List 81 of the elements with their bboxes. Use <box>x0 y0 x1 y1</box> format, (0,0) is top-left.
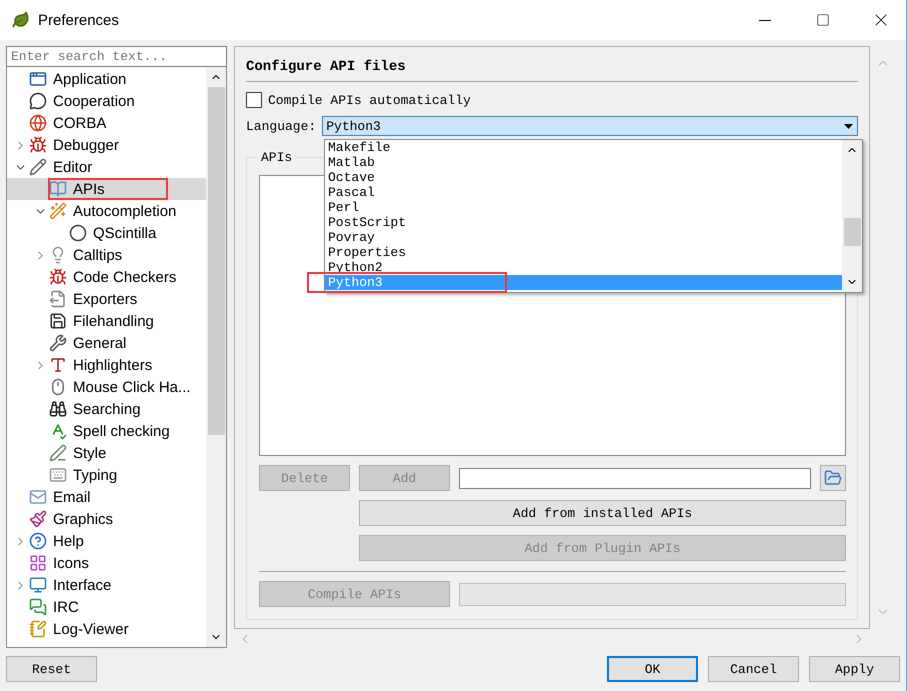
tree-item[interactable]: Debugger <box>7 134 206 156</box>
folder-icon <box>824 469 842 487</box>
tree-item[interactable]: Filehandling <box>7 310 206 332</box>
dialog-button[interactable]: Apply <box>809 656 900 682</box>
dropdown-arrow-icon <box>844 124 853 128</box>
scroll-thumb[interactable] <box>208 87 224 435</box>
tree-item[interactable]: Interface <box>7 574 206 596</box>
tree-item[interactable]: Style <box>7 442 206 464</box>
bug-icon <box>29 136 47 154</box>
tree-item[interactable]: Mouse Click Ha... <box>7 376 206 398</box>
tree-item[interactable]: Graphics <box>7 508 206 530</box>
page-title: Configure API files <box>246 59 858 82</box>
add-installed-apis-button[interactable]: Add from installed APIs <box>359 500 846 526</box>
paintbrush-icon <box>29 510 47 528</box>
scrollbar[interactable] <box>842 140 862 292</box>
wand-icon <box>49 202 67 220</box>
notebook-icon <box>29 620 47 638</box>
tree-item[interactable]: Exporters <box>7 288 206 310</box>
tree-item[interactable]: Cooperation <box>7 90 206 112</box>
dialog-button[interactable]: Cancel <box>708 656 799 682</box>
dropdown-option[interactable]: PostScript <box>325 215 842 230</box>
tree-item[interactable]: Email <box>7 486 206 508</box>
tree-item[interactable]: APIs <box>7 178 206 200</box>
file-export-icon <box>49 290 67 308</box>
tree-item[interactable]: Calltips <box>7 244 206 266</box>
letter-t-icon <box>49 356 67 374</box>
tree-item[interactable]: IRC <box>7 596 206 618</box>
language-label: Language: <box>246 118 316 134</box>
window-title: Preferences <box>38 12 120 28</box>
checkbox[interactable] <box>246 92 262 108</box>
tree-item[interactable]: Editor <box>7 156 206 178</box>
dialog-button[interactable]: OK <box>607 656 698 682</box>
book-icon <box>49 180 67 198</box>
tree-item[interactable]: Code Checkers <box>7 266 206 288</box>
app-window-icon <box>29 70 47 88</box>
tree-item[interactable]: QScintilla <box>7 222 206 244</box>
dropdown-option[interactable]: Povray <box>325 230 842 245</box>
tree-item[interactable]: Log-Viewer <box>7 618 206 640</box>
leaf-logo-icon <box>12 11 30 29</box>
tree-item[interactable]: Application <box>7 68 206 90</box>
tree-item[interactable]: CORBA <box>7 112 206 134</box>
tree-item[interactable]: Autocompletion <box>7 200 206 222</box>
tree-item[interactable]: General <box>7 332 206 354</box>
monitor-icon <box>29 576 47 594</box>
globe-icon <box>29 114 47 132</box>
binoculars-icon <box>49 400 67 418</box>
dropdown-option[interactable]: Octave <box>325 170 842 185</box>
dropdown-option[interactable]: Properties <box>325 245 842 260</box>
group-title: APIs <box>260 150 294 165</box>
tree-item[interactable]: Icons <box>7 552 206 574</box>
chat-bubbles-icon <box>29 598 47 616</box>
scroll-thumb[interactable] <box>844 218 860 246</box>
dialog-button[interactable]: Reset <box>6 656 97 682</box>
keyboard-icon <box>49 466 67 484</box>
dropdown-option[interactable]: Python2 <box>325 260 842 275</box>
search-field[interactable]: Enter search text... <box>6 46 227 67</box>
scrollbar[interactable] <box>206 67 226 647</box>
mouse-icon <box>49 378 67 396</box>
chat-bubble-icon <box>29 92 47 110</box>
language-combo-box[interactable]: Python3 <box>322 116 858 136</box>
dropdown-option[interactable]: Pascal <box>325 185 842 200</box>
tree-item[interactable]: Help <box>7 530 206 552</box>
checkbox-label: Compile APIs automatically <box>268 92 471 108</box>
dropdown-option[interactable]: Perl <box>325 200 842 215</box>
sphere-icon <box>69 224 87 242</box>
maximize-icon <box>816 13 830 27</box>
tree-item[interactable]: Spell checking <box>7 420 206 442</box>
wrench-icon <box>49 334 67 352</box>
tree-item[interactable]: Highlighters <box>7 354 206 376</box>
pencil-icon <box>29 158 47 176</box>
dropdown-option[interactable]: Matlab <box>325 155 842 170</box>
grid-icon <box>29 554 47 572</box>
bug-icon <box>49 268 67 286</box>
dropdown-option[interactable]: Makefile <box>325 140 842 155</box>
tree-item[interactable]: Searching <box>7 398 206 420</box>
api-file-field[interactable] <box>459 468 811 488</box>
pen-icon <box>49 444 67 462</box>
tree-item[interactable]: Typing <box>7 464 206 486</box>
envelope-icon <box>29 488 47 506</box>
open-file-button[interactable] <box>820 465 846 491</box>
help-icon <box>29 532 47 550</box>
